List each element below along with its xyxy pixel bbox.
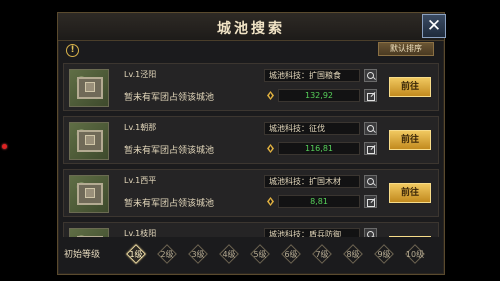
city-list[interactable]: Lv.1泾阳 暂未有军团占领该城池 城池科技：扩国粮食 132,92 前往 Lv… (58, 61, 444, 237)
level-option-10[interactable]: 10级 (405, 244, 425, 264)
level-option-1[interactable]: 1级 (126, 244, 146, 264)
location-pin-icon (267, 144, 274, 153)
level-option-2[interactable]: 2级 (157, 244, 177, 264)
go-to-city-button[interactable]: 前往 (389, 130, 431, 150)
level-filter-label: 初始等级 (64, 250, 101, 260)
city-status: 暂未有军团占领该城池 (124, 93, 215, 103)
city-search-dialog: 城池搜索 ✕ ! 默认排序 Lv.1泾阳 暂未有军团占领该城池 城池科技：扩国粮… (57, 12, 446, 275)
level-option-5[interactable]: 5级 (250, 244, 270, 264)
location-pin-icon (267, 91, 274, 100)
city-row: Lv.1泾阳 暂未有军团占领该城池 城池科技：扩国粮食 132,92 前往 (63, 63, 439, 111)
share-icon[interactable] (364, 89, 377, 102)
notification-dot (2, 144, 7, 149)
default-sort-button[interactable]: 默认排序 (378, 42, 434, 56)
level-option-7[interactable]: 7级 (312, 244, 332, 264)
city-tech: 城池科技：扩国木材 (264, 175, 360, 188)
city-name: Lv.1泾阳 (124, 70, 157, 79)
dialog-title: 城池搜索 (217, 21, 285, 37)
city-row: Lv.1枝阳 城池科技：盾兵防御 前往 (63, 222, 439, 237)
magnifier-icon[interactable] (364, 122, 377, 135)
level-option-9[interactable]: 9级 (374, 244, 394, 264)
city-thumbnail (69, 175, 109, 213)
city-name: Lv.1枝阳 (124, 229, 157, 237)
level-option-3[interactable]: 3级 (188, 244, 208, 264)
level-option-6[interactable]: 6级 (281, 244, 301, 264)
city-thumbnail (69, 228, 109, 237)
magnifier-icon[interactable] (364, 69, 377, 82)
city-name: Lv.1朝那 (124, 123, 157, 132)
city-coordinates: 132,92 (278, 89, 360, 102)
dialog-title-bar: 城池搜索 (58, 13, 444, 41)
share-icon[interactable] (364, 195, 377, 208)
city-thumbnail (69, 69, 109, 107)
close-button[interactable]: ✕ (422, 14, 446, 38)
city-coordinates: 8,81 (278, 195, 360, 208)
level-option-4[interactable]: 4级 (219, 244, 239, 264)
city-name: Lv.1西平 (124, 176, 157, 185)
city-coordinates: 116,81 (278, 142, 360, 155)
magnifier-icon[interactable] (364, 228, 377, 237)
city-status: 暂未有军团占领该城池 (124, 146, 215, 156)
city-tech: 城池科技：盾兵防御 (264, 228, 360, 237)
level-option-8[interactable]: 8级 (343, 244, 363, 264)
city-tech: 城池科技：扩国粮食 (264, 69, 360, 82)
city-row: Lv.1西平 暂未有军团占领该城池 城池科技：扩国木材 8,81 前往 (63, 169, 439, 217)
city-tech: 城池科技：征伐 (264, 122, 360, 135)
city-thumbnail (69, 122, 109, 160)
info-icon[interactable]: ! (66, 44, 79, 57)
city-status: 暂未有军团占领该城池 (124, 199, 215, 209)
city-row: Lv.1朝那 暂未有军团占领该城池 城池科技：征伐 116,81 前往 (63, 116, 439, 164)
go-to-city-button[interactable]: 前往 (389, 183, 431, 203)
go-to-city-button[interactable]: 前往 (389, 77, 431, 97)
go-to-city-button[interactable]: 前往 (389, 236, 431, 237)
level-filter-bar: 初始等级 1级 2级 3级 4级 5级 6级 7级 8级 9级 10级 (58, 241, 444, 271)
magnifier-icon[interactable] (364, 175, 377, 188)
location-pin-icon (267, 197, 274, 206)
share-icon[interactable] (364, 142, 377, 155)
